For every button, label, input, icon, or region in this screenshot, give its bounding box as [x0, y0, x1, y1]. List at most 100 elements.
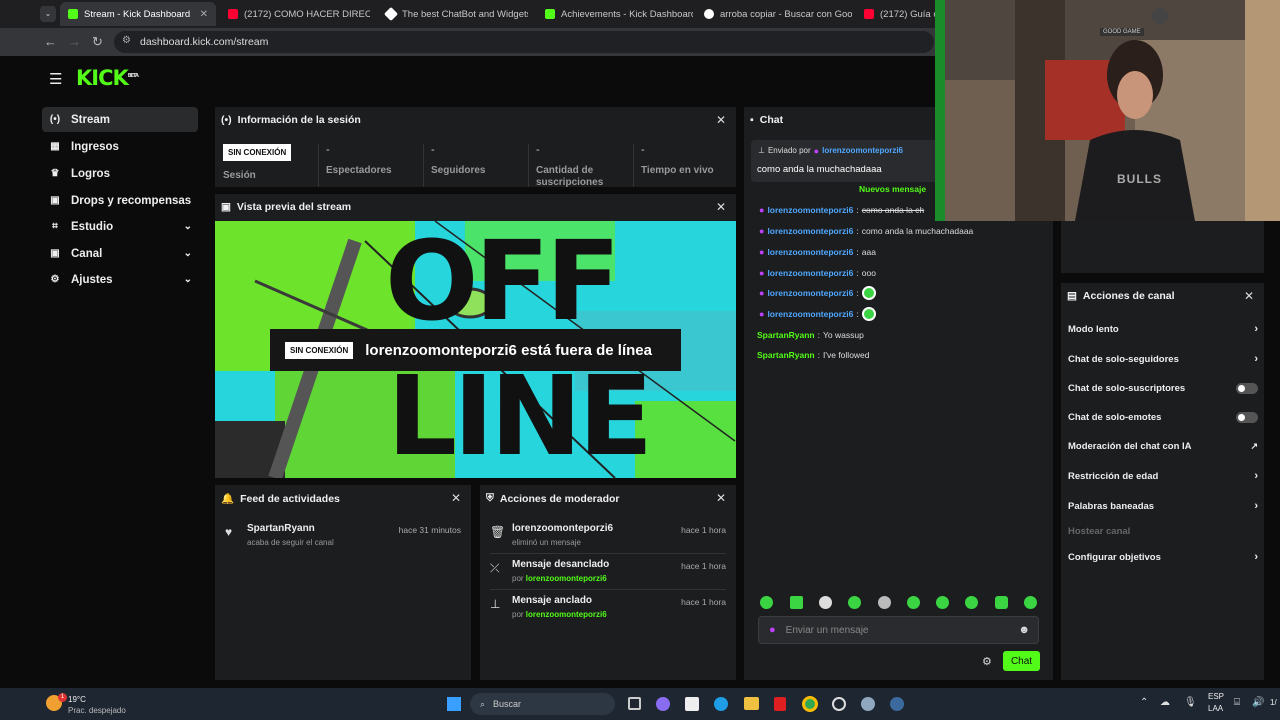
action-label: Hostear canal	[1068, 526, 1131, 537]
action-label: Chat de solo-suscriptores	[1068, 383, 1186, 394]
windows-start-icon[interactable]	[447, 697, 461, 711]
chrome-icon[interactable]	[802, 696, 818, 712]
action-followers-only[interactable]: Chat de solo-seguidores ›	[1068, 353, 1258, 365]
forward-icon[interactable]: →	[68, 34, 81, 49]
close-icon[interactable]: ✕	[716, 491, 726, 505]
app-icon[interactable]	[774, 697, 786, 711]
tab-4[interactable]: arroba copiar - Buscar con Goo✕	[696, 2, 852, 26]
clock[interactable]: 1/	[1270, 698, 1277, 707]
emote-icon[interactable]	[936, 596, 949, 609]
sidebar-item-canal[interactable]: ▣ Canal ⌄	[42, 241, 198, 266]
emote-icon[interactable]	[878, 596, 891, 609]
mod-badge-icon: ●	[759, 226, 765, 236]
heart-icon: ♥	[225, 525, 233, 539]
webcam-shirt-text: BULLS	[1117, 172, 1162, 186]
back-icon[interactable]: ←	[44, 34, 57, 49]
sidebar-item-ingresos[interactable]: ▦ Ingresos	[42, 134, 198, 159]
chat-username[interactable]: SpartanRyann	[757, 330, 815, 340]
kick-logo[interactable]: KICKBETA	[76, 66, 139, 90]
chat-username[interactable]: lorenzoomonteporzi6	[767, 226, 853, 236]
search-icon: ⌕	[480, 698, 486, 709]
mod-action-user[interactable]: lorenzoomonteporzi6	[526, 610, 607, 619]
chat-settings-icon[interactable]: ⚙	[982, 655, 992, 668]
chat-input[interactable]: ● Enviar un mensaje ☻	[758, 616, 1039, 644]
cloud-icon[interactable]: ☁	[1160, 697, 1170, 708]
action-ai-moderation[interactable]: Moderación del chat con IA ↗	[1068, 441, 1258, 452]
store-icon[interactable]	[685, 697, 699, 711]
sidebar-item-stream[interactable]: (•) Stream	[42, 107, 198, 132]
close-icon[interactable]: ✕	[1244, 289, 1254, 303]
emote-icon[interactable]	[907, 596, 920, 609]
action-age-restriction[interactable]: Restricción de edad ›	[1068, 470, 1258, 482]
sidebar-item-logros[interactable]: ♛ Logros	[42, 161, 198, 186]
pinned-user[interactable]: lorenzoomonteporzi6	[822, 146, 903, 156]
emote-icon[interactable]	[995, 596, 1008, 609]
chat-username[interactable]: lorenzoomonteporzi6	[767, 247, 853, 257]
tab-0[interactable]: Stream - Kick Dashboard ✕	[60, 2, 216, 26]
url-field[interactable]: ⚙ dashboard.kick.com/stream	[114, 31, 934, 53]
emote-icon[interactable]	[760, 596, 773, 609]
network-icon[interactable]: ⌸	[1234, 697, 1240, 708]
tab-1[interactable]: (2172) COMO HACER DIRECTO✕	[220, 2, 370, 26]
tab-2[interactable]: The best ChatBot and Widgets✕	[378, 2, 528, 26]
app-icon[interactable]	[832, 697, 846, 711]
file-explorer-icon[interactable]	[744, 697, 759, 710]
close-icon[interactable]: ✕	[451, 491, 461, 505]
weather-desc: Prac. despejado	[68, 706, 126, 715]
emote-icon[interactable]	[965, 596, 978, 609]
chat-send-button[interactable]: Chat	[1003, 651, 1040, 671]
unpin-icon: ⤫	[490, 561, 500, 575]
tab-5[interactable]: (2172) Guía com	[856, 2, 946, 26]
chat-username[interactable]: lorenzoomonteporzi6	[767, 268, 853, 278]
bell-icon: 🔔	[221, 493, 235, 505]
url-text: dashboard.kick.com/stream	[140, 36, 269, 48]
close-icon[interactable]: ✕	[716, 200, 726, 214]
emoji-icon[interactable]: ☻	[1018, 624, 1030, 636]
settings-app-icon[interactable]	[861, 697, 875, 711]
chat-username[interactable]: lorenzoomonteporzi6	[767, 309, 853, 319]
task-view-icon[interactable]	[628, 697, 641, 710]
sidebar-item-estudio[interactable]: ⌗ Estudio ⌄	[42, 214, 198, 239]
tray-chevron-icon[interactable]: ⌃	[1140, 697, 1148, 708]
emote-icon[interactable]	[1024, 596, 1037, 609]
session-info-panel: (•) Información de la sesión ✕ SIN CONEXI…	[215, 107, 736, 187]
volume-icon[interactable]: 🔊	[1252, 697, 1264, 708]
reload-icon[interactable]: ↻	[92, 34, 103, 50]
emotes-only-toggle[interactable]	[1236, 412, 1258, 423]
sidebar-item-ajustes[interactable]: ⚙ Ajustes ⌄	[42, 267, 198, 292]
close-icon[interactable]: ✕	[716, 113, 726, 127]
chevron-right-icon: ›	[1254, 500, 1258, 512]
tab-3[interactable]: Achievements - Kick Dashboard✕	[537, 2, 693, 26]
new-messages-indicator[interactable]: Nuevos mensaje	[859, 184, 926, 194]
chat-message: SpartanRyann: Yo wassup	[757, 330, 864, 340]
chat-username[interactable]: lorenzoomonteporzi6	[767, 205, 853, 215]
emote-icon[interactable]	[848, 596, 861, 609]
language-indicator[interactable]: ESP	[1208, 692, 1224, 701]
chat-username[interactable]: lorenzoomonteporzi6	[767, 288, 853, 298]
weather-temp[interactable]: 19°C	[68, 695, 86, 704]
mod-badge-icon: ●	[759, 288, 765, 298]
tab-close-icon[interactable]: ✕	[200, 9, 208, 20]
tab-label: arroba copiar - Buscar con Goo	[720, 8, 852, 20]
taskbar-search[interactable]: ⌕ Buscar	[470, 693, 615, 715]
action-label: Configurar objetivos	[1068, 551, 1161, 563]
hamburger-menu-icon[interactable]: ☰	[49, 70, 62, 88]
emote-icon[interactable]	[790, 596, 803, 609]
mic-icon[interactable]: 🎙	[1184, 697, 1197, 708]
edge-icon[interactable]	[714, 697, 728, 711]
site-info-icon[interactable]: ⚙	[122, 35, 131, 46]
studio-icon: ⌗	[52, 221, 58, 232]
stat-value: -	[326, 144, 330, 156]
action-slow-mode[interactable]: Modo lento ›	[1068, 323, 1258, 335]
mod-action-user[interactable]: lorenzoomonteporzi6	[526, 574, 607, 583]
action-banned-words[interactable]: Palabras baneadas ›	[1068, 500, 1258, 512]
pinned-message[interactable]: ⊥ Enviado por ● lorenzoomonteporzi6 como an…	[751, 140, 941, 182]
chat-username[interactable]: SpartanRyann	[757, 350, 815, 360]
emote-icon[interactable]	[819, 596, 832, 609]
copilot-icon[interactable]	[656, 697, 670, 711]
sidebar-item-drops[interactable]: ▣ Drops y recompensas	[42, 188, 198, 213]
subs-only-toggle[interactable]	[1236, 383, 1258, 394]
steam-icon[interactable]	[890, 697, 904, 711]
action-configure-goals[interactable]: Configurar objetivos ›	[1068, 551, 1258, 563]
tab-search-button[interactable]: ⌄	[40, 6, 56, 22]
